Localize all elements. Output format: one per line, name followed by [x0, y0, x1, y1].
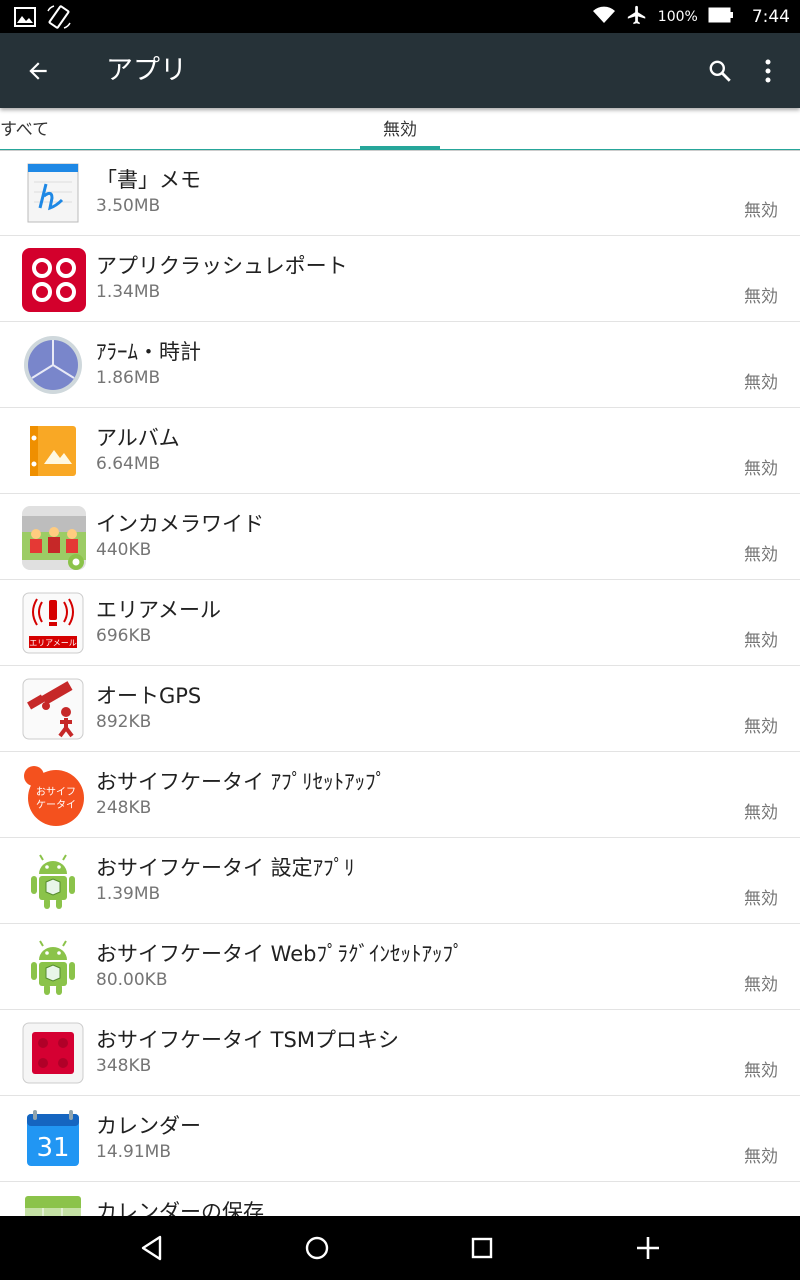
nav-back-button[interactable]: [132, 1228, 172, 1268]
back-button[interactable]: [18, 51, 58, 91]
app-name: ｱﾗｰﾑ・時計: [96, 340, 201, 364]
osaifu-line1: おサイフ: [36, 786, 76, 798]
app-list[interactable]: 「書」メモ 3.50MB 無効 アプリクラッシュレポート 1.34MB 無効 ｱ…: [0, 150, 800, 1216]
app-status: 無効: [744, 287, 778, 307]
action-bar: アプリ: [0, 33, 800, 108]
page-title: アプリ: [106, 55, 187, 86]
app-name: カレンダー: [96, 1114, 201, 1138]
nav-add-button[interactable]: [628, 1228, 668, 1268]
more-vert-icon: [765, 59, 771, 83]
list-item[interactable]: おサイフケータイ TSMプロキシ 348KB 無効: [0, 1010, 800, 1096]
app-status: 無効: [744, 373, 778, 393]
app-size: 1.34MB: [96, 282, 161, 302]
app-name: インカメラワイド: [96, 512, 264, 536]
app-size: 892KB: [96, 712, 152, 732]
list-item[interactable]: 「書」メモ 3.50MB 無効: [0, 150, 800, 236]
app-size: 3.50MB: [96, 196, 161, 216]
auto-gps-icon: [22, 678, 84, 740]
battery-percent: 100%: [657, 8, 698, 25]
list-item[interactable]: エリアメール エリアメール 696KB 無効: [0, 580, 800, 666]
list-item[interactable]: おサイフケータイ 設定ｱﾌﾟﾘ 1.39MB 無効: [0, 838, 800, 924]
tab-disabled[interactable]: 無効: [360, 108, 440, 150]
list-item[interactable]: おサイフ ケータイ おサイフケータイ ｱﾌﾟﾘｾｯﾄｱｯﾌﾟ 248KB 無効: [0, 752, 800, 838]
calendar-icon: 31: [22, 1108, 84, 1170]
area-mail-icon: エリアメール: [22, 592, 84, 654]
app-size: 248KB: [96, 798, 152, 818]
arrow-back-icon: [29, 62, 47, 80]
list-item[interactable]: ｱﾗｰﾑ・時計 1.86MB 無効: [0, 322, 800, 408]
app-size: 80.00KB: [96, 970, 168, 990]
list-item[interactable]: アルバム 6.64MB 無効: [0, 408, 800, 494]
osaifu-line2: ケータイ: [36, 799, 76, 811]
list-item[interactable]: オートGPS 892KB 無効: [0, 666, 800, 752]
list-item[interactable]: アプリクラッシュレポート 1.34MB 無効: [0, 236, 800, 322]
app-status: 無効: [744, 201, 778, 221]
app-name: 「書」メモ: [96, 168, 201, 192]
nav-home-button[interactable]: [297, 1228, 337, 1268]
screen-rotation-icon: [46, 5, 72, 33]
app-name: おサイフケータイ TSMプロキシ: [96, 1028, 399, 1052]
tsm-proxy-icon: [22, 1022, 84, 1084]
app-size: 14.91MB: [96, 1142, 171, 1162]
app-name: おサイフケータイ ｱﾌﾟﾘｾｯﾄｱｯﾌﾟ: [96, 770, 387, 794]
app-status: 無効: [744, 459, 778, 479]
add-icon: [637, 1237, 659, 1259]
status-bar: 100% 7:44: [0, 0, 800, 33]
app-status: 無効: [744, 1061, 778, 1081]
app-status: 無効: [744, 889, 778, 909]
calendar-storage-icon: [22, 1194, 84, 1216]
clock-icon: [22, 334, 84, 396]
app-status: 無効: [744, 545, 778, 565]
navigation-bar: [0, 1216, 800, 1280]
list-item[interactable]: カレンダーの保存: [0, 1182, 800, 1216]
android-icon: [22, 936, 84, 998]
app-status: 無効: [744, 717, 778, 737]
tab-bar: すべて 無効: [0, 108, 800, 151]
app-size: 348KB: [96, 1056, 152, 1076]
crash-report-icon: [22, 248, 86, 312]
list-item[interactable]: 31 カレンダー 14.91MB 無効: [0, 1096, 800, 1182]
app-size: 1.39MB: [96, 884, 161, 904]
recents-icon: [471, 1237, 493, 1259]
list-item[interactable]: インカメラワイド 440KB 無効: [0, 494, 800, 580]
app-name: おサイフケータイ 設定ｱﾌﾟﾘ: [96, 856, 355, 880]
app-name: アルバム: [96, 426, 180, 450]
osaifu-icon: おサイフ ケータイ: [22, 764, 84, 826]
app-name: アプリクラッシュレポート: [96, 254, 348, 278]
app-size: 1.86MB: [96, 368, 161, 388]
search-icon: [709, 60, 731, 82]
app-status: 無効: [744, 975, 778, 995]
calendar-day: 31: [36, 1133, 69, 1163]
android-icon: [22, 850, 84, 912]
app-name: オートGPS: [96, 684, 202, 708]
tab-indicator: [360, 146, 440, 149]
app-status: 無効: [744, 803, 778, 823]
app-size: 440KB: [96, 540, 152, 560]
nav-recents-button[interactable]: [462, 1228, 502, 1268]
battery-icon: [708, 7, 734, 27]
app-name: エリアメール: [96, 598, 221, 622]
clock-time: 7:44: [751, 6, 790, 27]
app-size: 696KB: [96, 626, 152, 646]
album-icon: [22, 420, 84, 482]
tab-all[interactable]: すべて: [0, 108, 49, 150]
back-icon: [141, 1235, 162, 1261]
app-name: カレンダーの保存: [96, 1200, 264, 1216]
camera-wide-icon: [22, 506, 86, 570]
search-button[interactable]: [700, 51, 740, 91]
memo-icon: [22, 162, 84, 224]
list-item[interactable]: おサイフケータイ Webﾌﾟﾗｸﾞｲﾝｾｯﾄｱｯﾌﾟ 80.00KB 無効: [0, 924, 800, 1010]
more-options-button[interactable]: [748, 51, 788, 91]
app-name: おサイフケータイ Webﾌﾟﾗｸﾞｲﾝｾｯﾄｱｯﾌﾟ: [96, 942, 464, 966]
home-icon: [305, 1236, 329, 1260]
area-mail-label: エリアメール: [29, 639, 77, 648]
app-size: 6.64MB: [96, 454, 161, 474]
app-status: 無効: [744, 631, 778, 651]
app-status: 無効: [744, 1147, 778, 1167]
wifi-icon: [592, 6, 616, 28]
image-icon: [14, 7, 36, 31]
airplane-icon: [626, 4, 648, 30]
